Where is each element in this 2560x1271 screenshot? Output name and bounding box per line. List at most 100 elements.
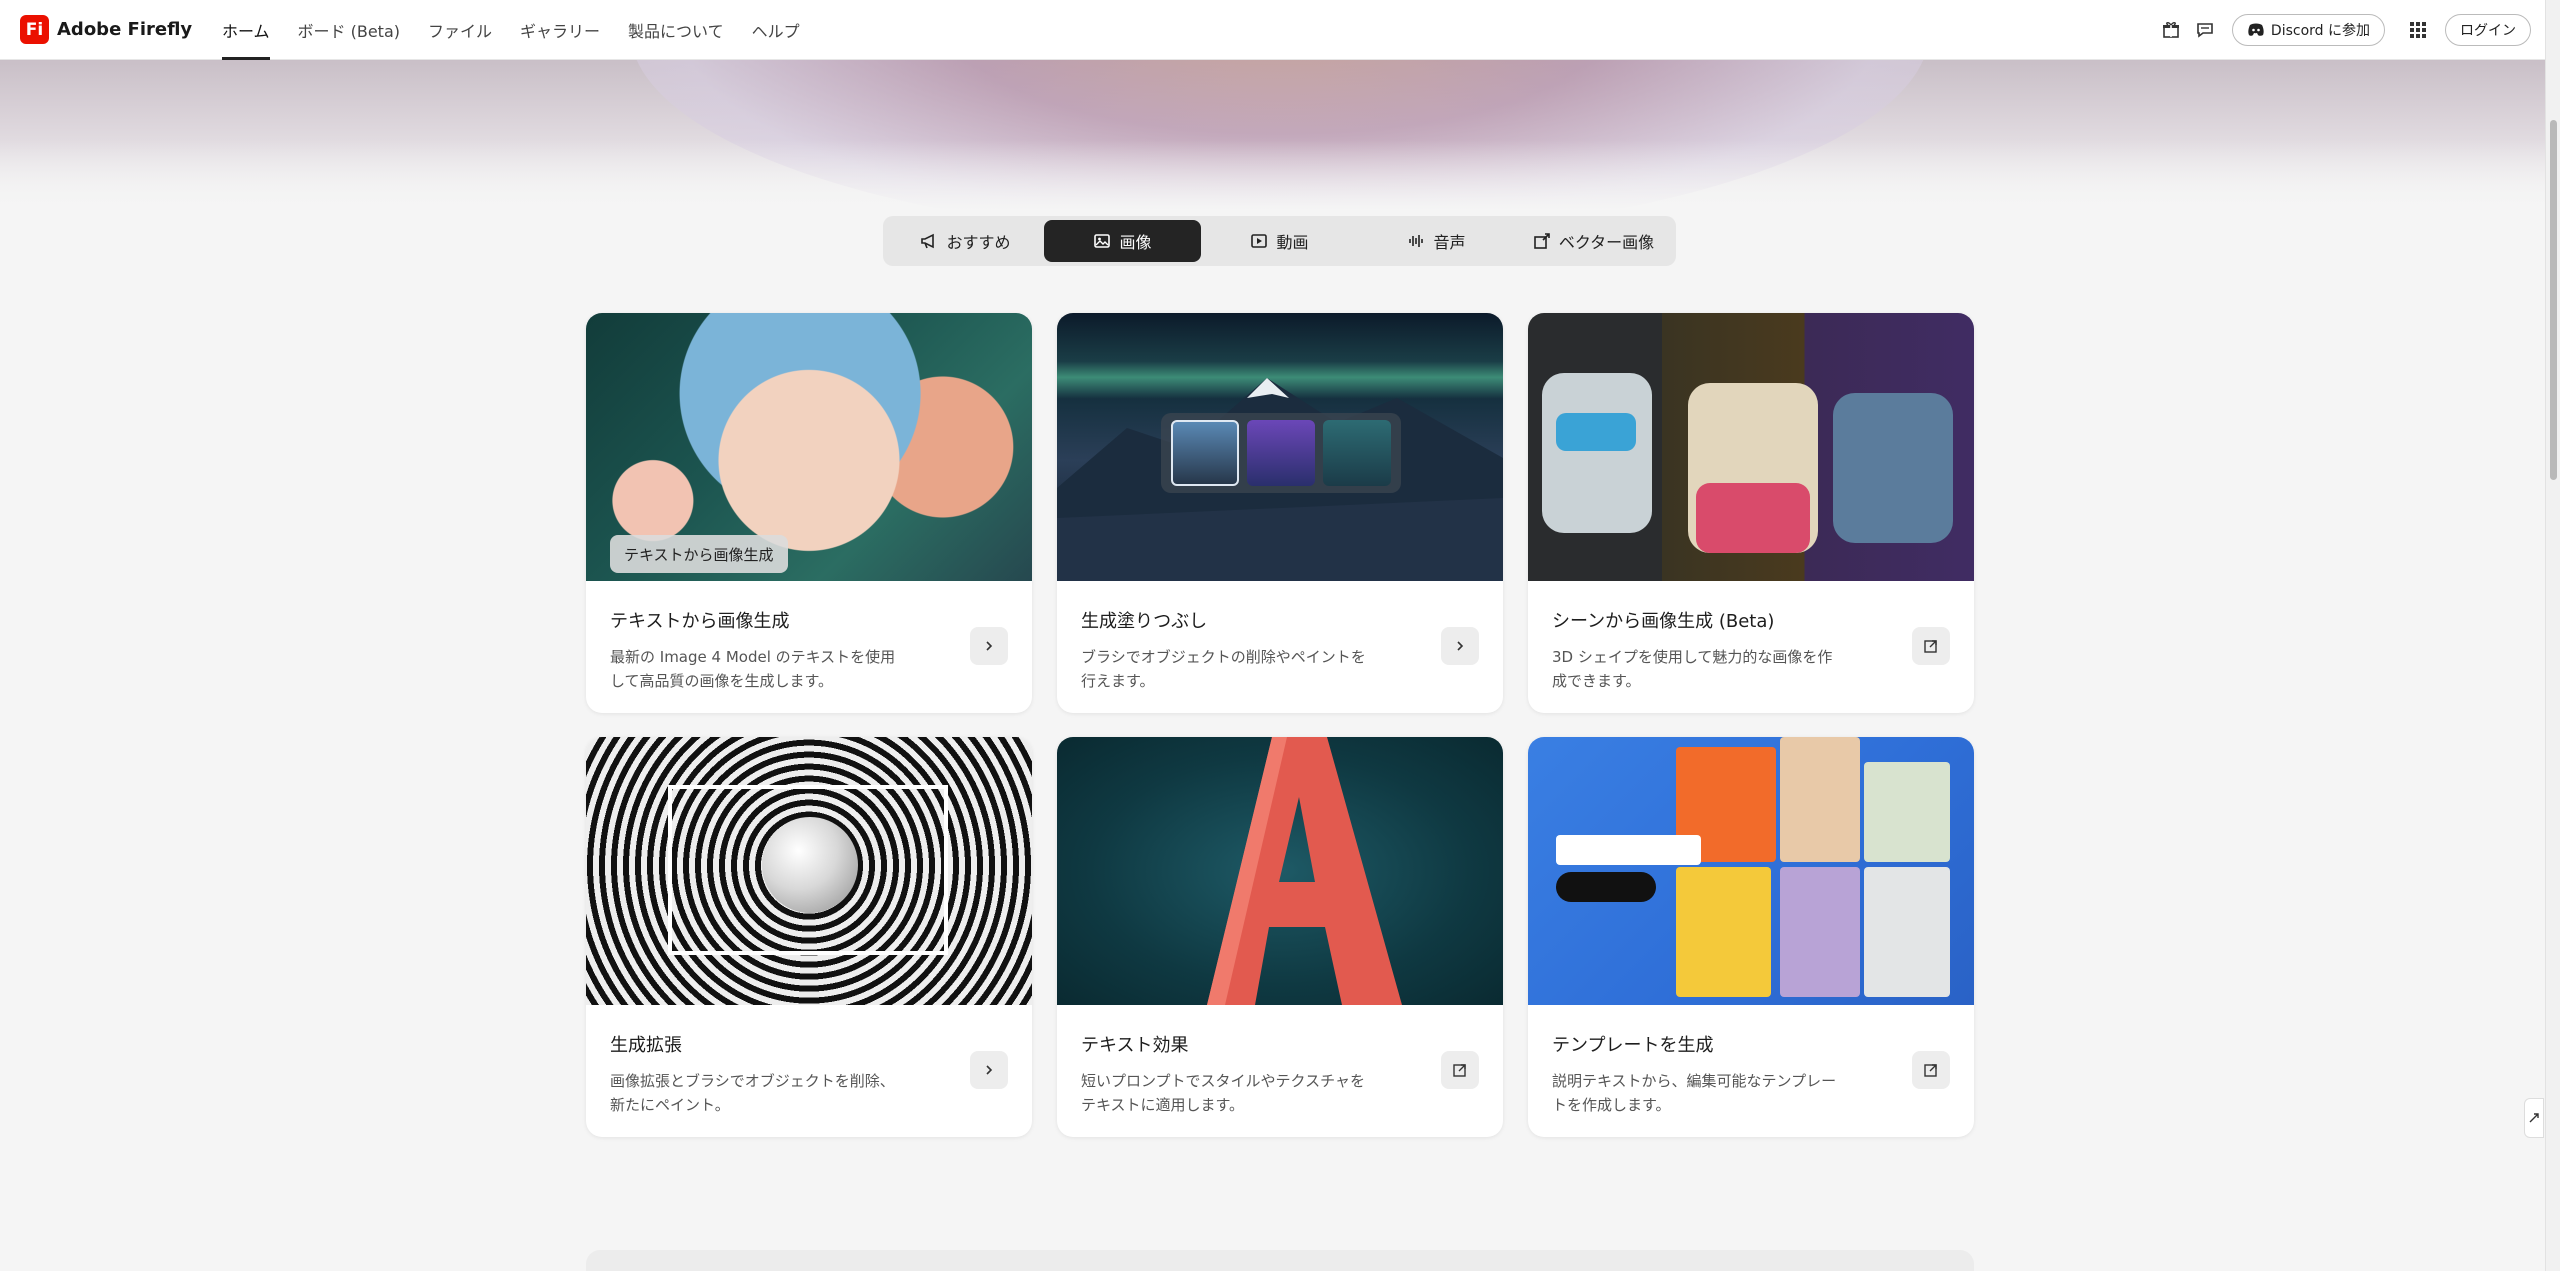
- tab-label: おすすめ: [946, 233, 1011, 252]
- card-image: [1528, 737, 1974, 1005]
- hero-banner: [0, 60, 2545, 210]
- tab-label: ベクター画像: [1558, 233, 1655, 252]
- card-description: 短いプロンプトでスタイルやテクスチャをテキストに適用します。: [1081, 1072, 1365, 1114]
- robot-figure: [1542, 373, 1652, 533]
- card-image-label: テキストから画像生成: [610, 535, 788, 573]
- hero-fade: [0, 140, 2545, 210]
- card-body: テキストから画像生成 最新の Image 4 Model のテキストを使用して高…: [586, 581, 1032, 693]
- card-scene-to-image[interactable]: シーンから画像生成 (Beta) 3D シェイプを使用して魅力的な画像を作成でき…: [1528, 313, 1974, 713]
- discord-icon: [2248, 23, 2264, 36]
- card-title: 生成塗りつぶし: [1081, 611, 1208, 632]
- thumbnail-strip: [1161, 413, 1401, 493]
- card-description: 最新の Image 4 Model のテキストを使用して高品質の画像を生成します…: [610, 648, 896, 690]
- card-body: テキスト効果 短いプロンプトでスタイルやテクスチャをテキストに適用します。: [1057, 1005, 1503, 1117]
- tab-label: 動画: [1276, 233, 1309, 252]
- card-open-button[interactable]: [1912, 627, 1950, 665]
- card-body: 生成拡張 画像拡張とブラシでオブジェクトを削除、新たにペイント。: [586, 1005, 1032, 1117]
- nav-link-gallery[interactable]: ギャラリー: [506, 0, 614, 60]
- nav-links: ホーム ボード (Beta) ファイル ギャラリー 製品について ヘルプ: [208, 0, 814, 60]
- card-body: シーンから画像生成 (Beta) 3D シェイプを使用して魅力的な画像を作成でき…: [1528, 581, 1974, 693]
- nav-link-files[interactable]: ファイル: [414, 0, 506, 60]
- robot-figure: [1833, 393, 1953, 543]
- card-image: [1057, 737, 1503, 1005]
- thumbnail: [1323, 420, 1391, 486]
- chevron-right-icon: [986, 1065, 993, 1075]
- template-thumb: [1864, 867, 1950, 997]
- external-link-icon: [1453, 1064, 1466, 1077]
- tab-label: 画像: [1119, 233, 1152, 252]
- thumbnail: [1171, 420, 1239, 486]
- nav-link-help[interactable]: ヘルプ: [738, 0, 814, 60]
- template-thumb: [1864, 762, 1950, 862]
- discord-button[interactable]: Discord に参加: [2231, 13, 2385, 46]
- card-title: 生成拡張: [610, 1035, 682, 1056]
- card-description: 説明テキストから、編集可能なテンプレートを作成します。: [1552, 1072, 1837, 1114]
- tab-image[interactable]: 画像: [1044, 220, 1201, 262]
- brand[interactable]: Fi Adobe Firefly: [20, 15, 208, 44]
- card-body: 生成塗りつぶし ブラシでオブジェクトの削除やペイントを行えます。: [1057, 581, 1503, 693]
- image-icon: [1094, 234, 1111, 248]
- card-generative-fill[interactable]: 生成塗りつぶし ブラシでオブジェクトの削除やペイントを行えます。: [1057, 313, 1503, 713]
- robot-eyes: [1556, 413, 1636, 451]
- nav-link-boards[interactable]: ボード (Beta): [284, 0, 414, 60]
- generate-pill-art: [1556, 872, 1656, 902]
- card-description: ブラシでオブジェクトの削除やペイントを行えます。: [1081, 648, 1366, 690]
- tab-label: 音声: [1433, 233, 1466, 252]
- card-open-button[interactable]: [1441, 1051, 1479, 1089]
- chevron-right-icon: [986, 641, 993, 651]
- chat-icon[interactable]: [2188, 13, 2222, 47]
- template-thumb: [1780, 737, 1860, 862]
- card-image: [1057, 313, 1503, 581]
- page-scrollbar[interactable]: [2545, 0, 2560, 1271]
- vector-icon: [1534, 233, 1550, 249]
- tab-vector[interactable]: ベクター画像: [1515, 220, 1672, 262]
- card-description: 3D シェイプを使用して魅力的な画像を作成できます。: [1552, 648, 1833, 690]
- template-thumb: [1780, 867, 1860, 997]
- feedback-icon: [2529, 1113, 2539, 1123]
- card-open-button[interactable]: [1441, 627, 1479, 665]
- tab-video[interactable]: 動画: [1201, 220, 1358, 262]
- video-icon: [1251, 234, 1268, 248]
- chevron-right-icon: [1457, 641, 1464, 651]
- scrollbar-thumb[interactable]: [2550, 120, 2557, 480]
- tab-audio[interactable]: 音声: [1358, 220, 1515, 262]
- card-title: テキスト効果: [1081, 1035, 1189, 1056]
- card-generate-template[interactable]: テンプレートを生成 説明テキストから、編集可能なテンプレートを作成します。: [1528, 737, 1974, 1137]
- firefly-logo-icon: Fi: [20, 15, 49, 44]
- template-thumb: [1676, 867, 1771, 997]
- login-button[interactable]: ログイン: [2445, 13, 2531, 46]
- gift-icon[interactable]: [2154, 13, 2188, 47]
- card-generative-expand[interactable]: 生成拡張 画像拡張とブラシでオブジェクトを削除、新たにペイント。: [586, 737, 1032, 1137]
- card-text-effects[interactable]: テキスト効果 短いプロンプトでスタイルやテクスチャをテキストに適用します。: [1057, 737, 1503, 1137]
- megaphone-icon: [921, 233, 935, 249]
- card-image: テキストから画像生成: [586, 313, 1032, 581]
- card-body: テンプレートを生成 説明テキストから、編集可能なテンプレートを作成します。: [1528, 1005, 1974, 1117]
- external-link-icon: [1924, 640, 1937, 653]
- sphere-art: [762, 817, 858, 913]
- card-title: シーンから画像生成 (Beta): [1552, 611, 1775, 632]
- nav-link-home[interactable]: ホーム: [208, 0, 284, 60]
- audio-wave-icon: [1409, 235, 1424, 247]
- card-image: [1528, 313, 1974, 581]
- category-tabs: おすすめ 画像 動画 音声 ベクター画像: [883, 216, 1676, 266]
- tab-recommended[interactable]: おすすめ: [887, 220, 1044, 262]
- external-link-icon: [1924, 1064, 1937, 1077]
- brand-name: Adobe Firefly: [57, 19, 193, 40]
- feedback-side-tab[interactable]: [2524, 1098, 2544, 1138]
- card-open-button[interactable]: [970, 627, 1008, 665]
- top-nav: Fi Adobe Firefly ホーム ボード (Beta) ファイル ギャラ…: [0, 0, 2545, 60]
- nav-link-about[interactable]: 製品について: [614, 0, 738, 60]
- card-open-button[interactable]: [1912, 1051, 1950, 1089]
- card-image: [586, 737, 1032, 1005]
- card-title: テンプレートを生成: [1552, 1035, 1714, 1056]
- robot-body: [1696, 483, 1810, 553]
- card-description: 画像拡張とブラシでオブジェクトを削除、新たにペイント。: [610, 1072, 895, 1114]
- apps-grid-icon[interactable]: [2401, 13, 2435, 47]
- thumbnail: [1247, 420, 1315, 486]
- card-text-to-image[interactable]: テキストから画像生成 テキストから画像生成 最新の Image 4 Model …: [586, 313, 1032, 713]
- bottom-panel: [586, 1250, 1974, 1271]
- card-open-button[interactable]: [970, 1051, 1008, 1089]
- card-title: テキストから画像生成: [610, 611, 790, 632]
- nav-right: Discord に参加 ログイン: [2154, 13, 2531, 47]
- discord-label: Discord に参加: [2270, 22, 2370, 39]
